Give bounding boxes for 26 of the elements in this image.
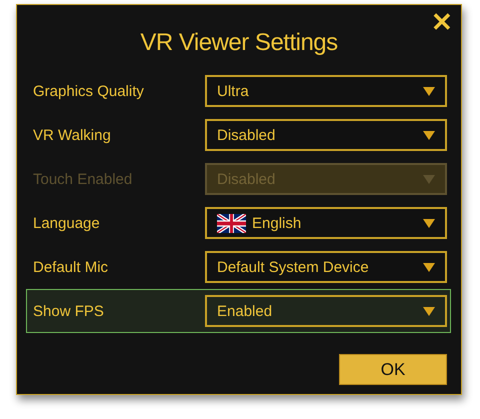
caret-icon [423,306,435,316]
setting-row[interactable]: Graphics Quality Ultra [26,69,451,113]
setting-label: Touch Enabled [33,170,134,188]
dropdown[interactable]: Disabled [205,119,447,151]
setting-row[interactable]: VR Walking Disabled [26,113,451,157]
dropdown[interactable]: Enabled [205,295,447,327]
dialog-title: VR Viewer Settings [139,29,339,57]
caret-icon [423,218,435,228]
dropdown[interactable]: Default System Device [205,251,447,283]
caret-icon [423,130,435,140]
close-button[interactable]: ✕ [429,9,455,35]
flag-icon [217,214,246,232]
setting-row[interactable]: Show FPS Enabled [26,289,451,333]
setting-label: Language [33,214,101,232]
setting-label: VR Walking [33,126,112,144]
setting-row[interactable]: Language English [26,201,451,245]
setting-label: Default Mic [33,258,110,276]
caret-icon [423,174,435,184]
dropdown[interactable]: Ultra [205,75,447,107]
dropdown[interactable]: English [205,207,447,239]
caret-icon [423,86,435,96]
setting-label: Show FPS [33,302,105,320]
setting-label: Graphics Quality [33,82,145,100]
caret-icon [423,262,435,272]
ok-button[interactable]: OK [339,354,447,385]
setting-row[interactable]: Default Mic Default System Device [26,245,451,289]
